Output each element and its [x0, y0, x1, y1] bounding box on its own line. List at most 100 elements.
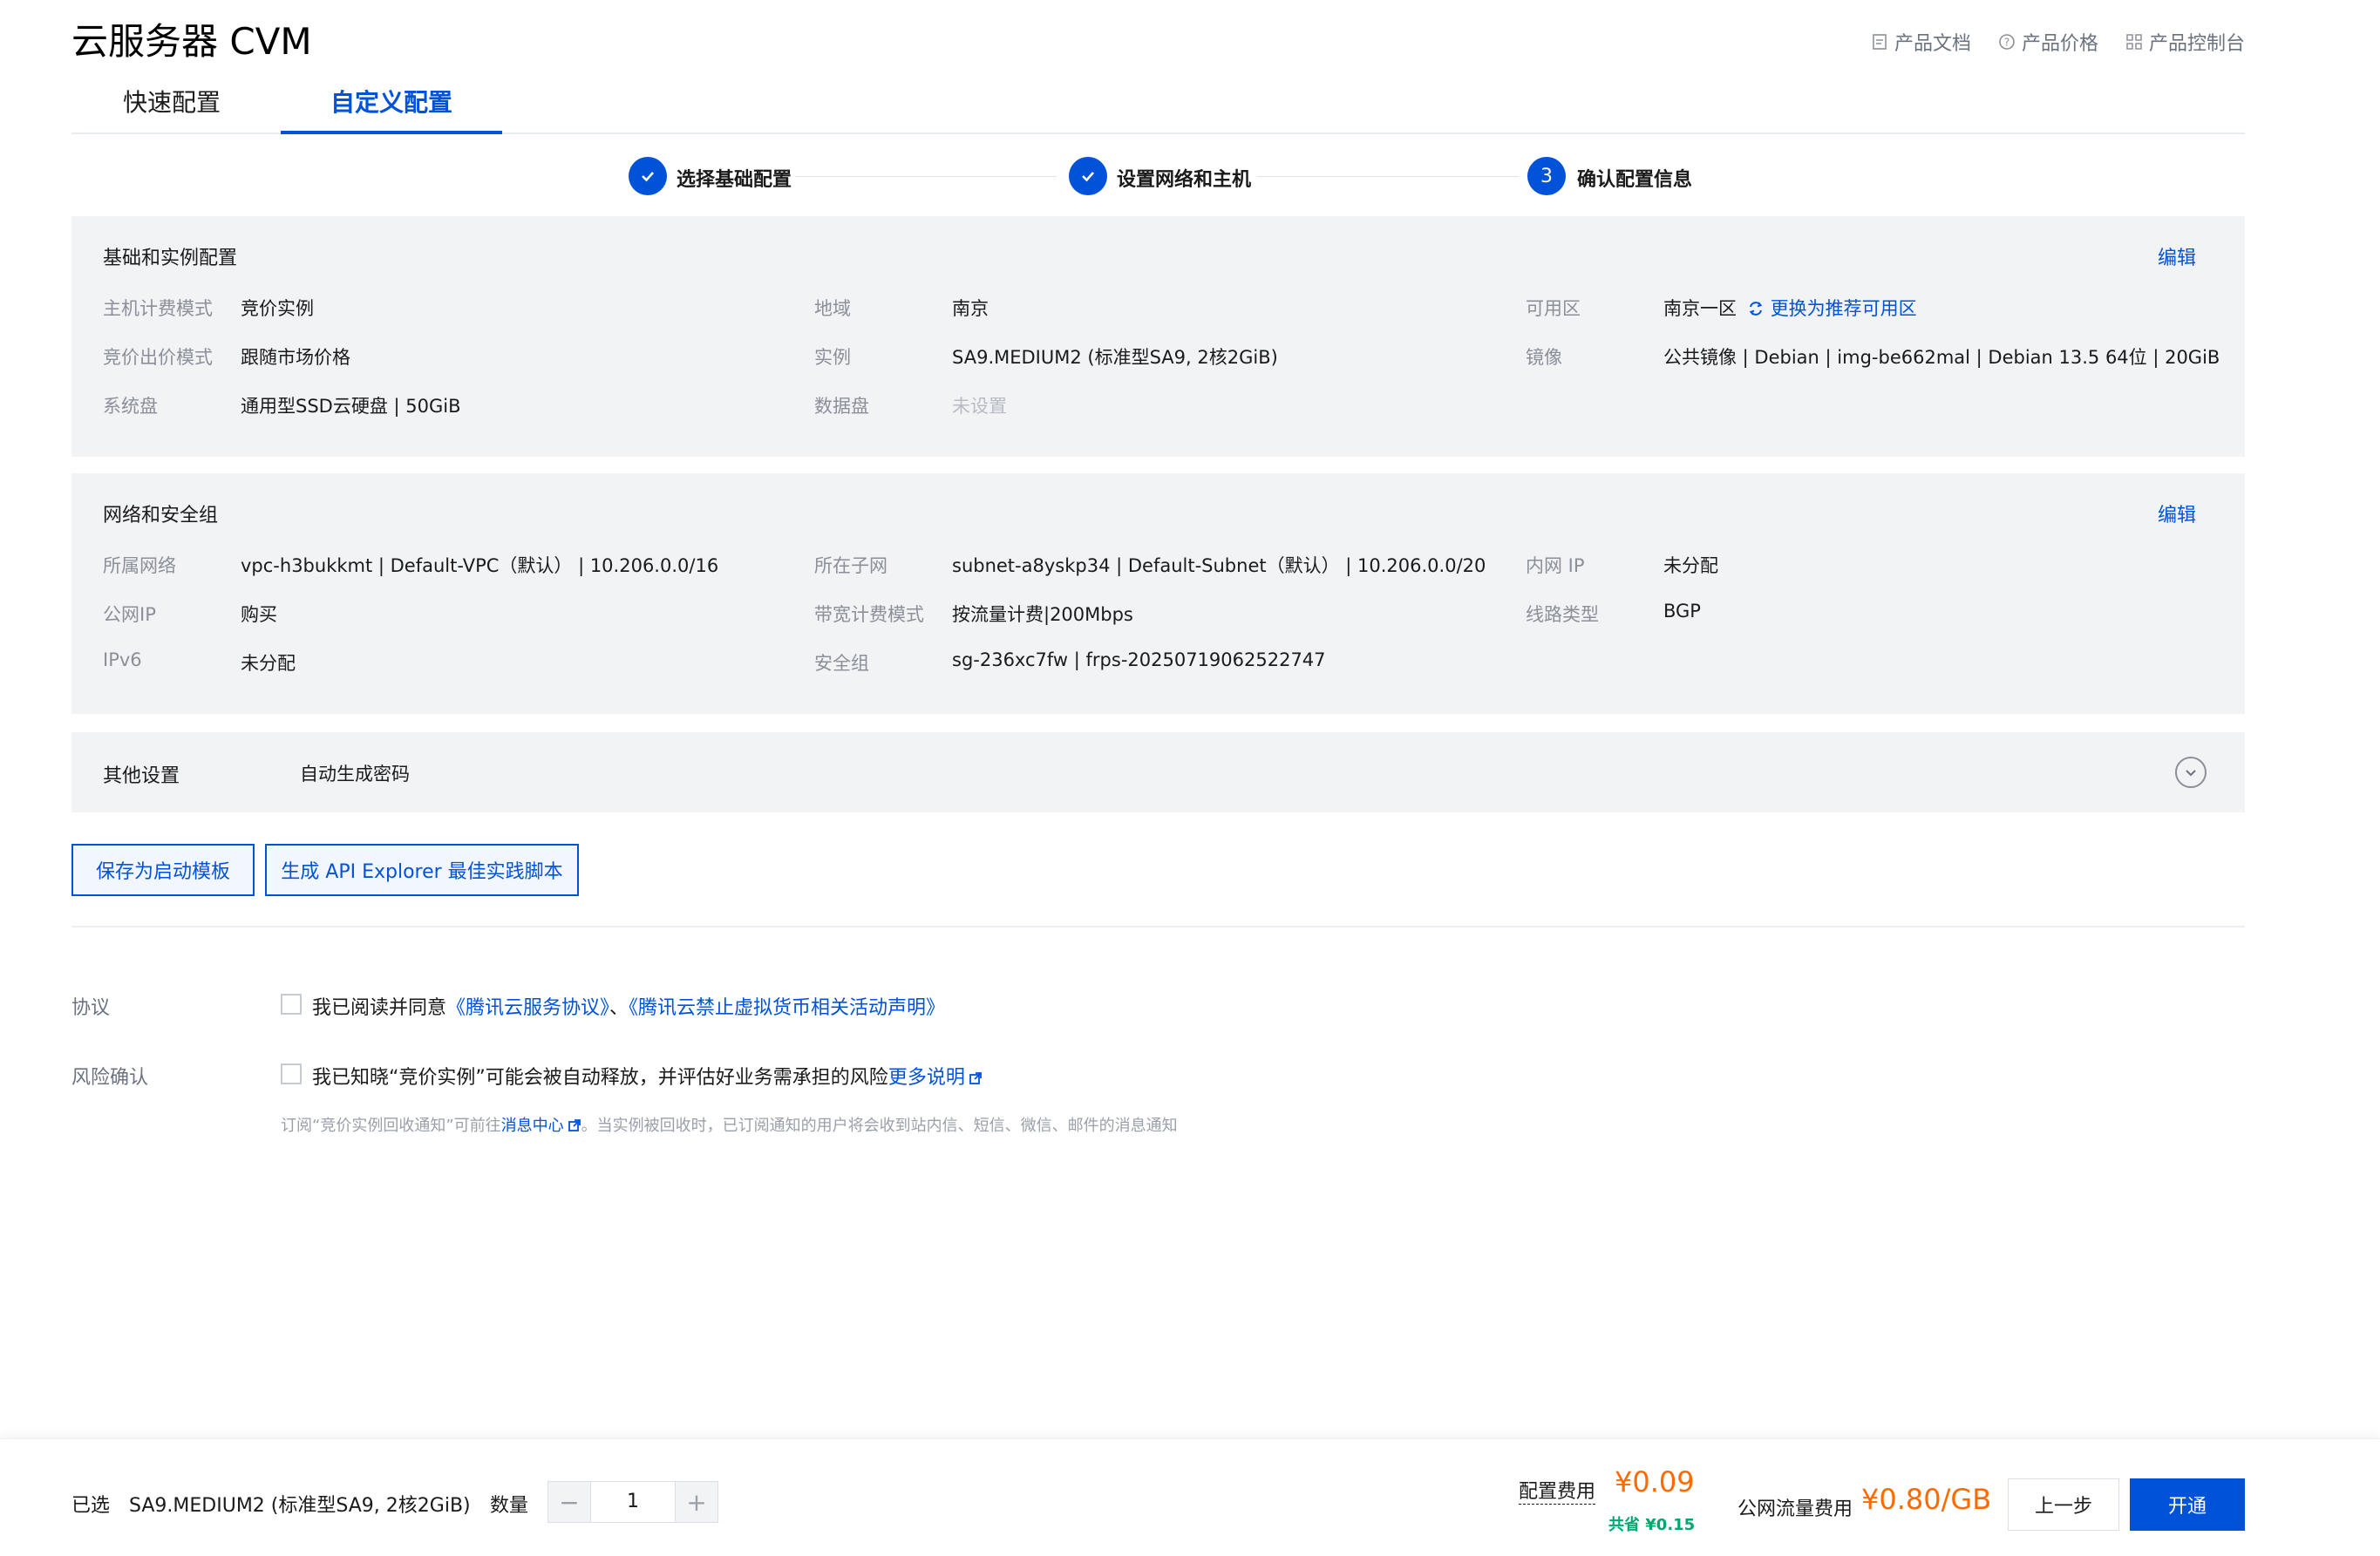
previous-step-button[interactable]: 上一步: [2008, 1478, 2119, 1531]
risk-statement: 我已知晓“竞价实例”可能会被自动释放，并评估好业务需承担的风险: [312, 1067, 888, 1089]
selected-value: SA9.MEDIUM2 (标准型SA9, 2核2GiB): [129, 1495, 471, 1517]
config-fee-label[interactable]: 配置费用: [1519, 1476, 1596, 1505]
line-type-label: 线路类型: [1526, 604, 1599, 625]
private-ip-value: 未分配: [1663, 555, 1718, 576]
swap-icon: [1749, 302, 1763, 316]
step-indicator: 选择基础配置 设置网络和主机 3 确认配置信息: [0, 157, 2380, 197]
order-footer: 已选 SA9.MEDIUM2 (标准型SA9, 2核2GiB) 数量 − 1 +…: [0, 1438, 2380, 1556]
message-center-label: 消息中心: [500, 1117, 564, 1135]
console-link-label: 产品控制台: [2148, 33, 2245, 55]
page-title: 云服务器 CVM: [71, 20, 312, 63]
docs-link-label: 产品文档: [1894, 33, 1971, 55]
basic-config-panel: 基础和实例配置 编辑 主机计费模式 竞价实例 地域 南京 可用区 南京一区 更换…: [71, 216, 2245, 457]
region-value: 南京: [952, 298, 989, 319]
step-connector: [795, 176, 1057, 177]
decrement-button[interactable]: −: [548, 1482, 590, 1522]
risk-checkbox[interactable]: [281, 1063, 302, 1084]
security-group-value: sg-236xc7fw | frps-20250719062522747: [952, 649, 1326, 670]
chevron-down-icon[interactable]: [2175, 757, 2207, 788]
public-ip-value: 购买: [241, 604, 277, 625]
vpc-label: 所属网络: [103, 555, 176, 576]
message-center-link[interactable]: 消息中心: [501, 1117, 581, 1135]
ipv6-value: 未分配: [241, 653, 296, 674]
agreement-checkbox[interactable]: [281, 994, 302, 1015]
document-icon: [1873, 34, 1887, 50]
crypto-policy-link[interactable]: 《腾讯云禁止虚拟货币相关活动声明》: [629, 997, 945, 1019]
agreement-label: 协议: [71, 997, 111, 1019]
bid-mode-value: 跟随市场价格: [241, 347, 350, 368]
network-title: 网络和安全组: [103, 505, 219, 527]
zone-label: 可用区: [1526, 298, 1581, 319]
svg-text:?: ?: [2004, 37, 2009, 49]
image-label: 镜像: [1526, 347, 1562, 368]
risk-hint: 订阅“竞价实例回收通知”可前往消息中心 。当实例被回收时，已订阅通知的用户将会收到…: [281, 1113, 1178, 1136]
zone-switch-label: 更换为推荐可用区: [1770, 298, 1917, 319]
quantity-label: 数量: [490, 1495, 529, 1517]
step-connector: [1257, 176, 1519, 177]
selected-label: 已选: [71, 1495, 111, 1517]
config-fee-value: ¥0.09: [1615, 1465, 1695, 1498]
step-1-check-icon: [629, 157, 667, 195]
tab-custom-config[interactable]: 自定义配置: [281, 84, 502, 134]
zone-value: 南京一区: [1663, 298, 1737, 319]
more-info-link[interactable]: 更多说明: [888, 1067, 983, 1089]
other-settings-value: 自动生成密码: [300, 764, 410, 785]
saving-value: 共省 ¥0.15: [1608, 1516, 1696, 1534]
subnet-label: 所在子网: [814, 555, 887, 576]
ipv6-label: IPv6: [103, 649, 142, 670]
security-group-label: 安全组: [814, 653, 869, 674]
step-2-check-icon: [1069, 157, 1107, 195]
docs-link[interactable]: 产品文档: [1870, 28, 1971, 56]
config-tabs: 快速配置 自定义配置: [71, 84, 2245, 134]
basic-config-title: 基础和实例配置: [103, 248, 238, 269]
bandwidth-value: 按流量计费|200Mbps: [952, 604, 1133, 625]
external-link-icon: [969, 1072, 982, 1084]
instance-value: SA9.MEDIUM2 (标准型SA9, 2核2GiB): [952, 347, 1278, 368]
traffic-fee-value: ¥0.80/GB: [1861, 1483, 1992, 1516]
external-link-icon: [568, 1119, 581, 1131]
agreement-text: 我已阅读并同意《腾讯云服务协议》、《腾讯云禁止虚拟货币相关活动声明》: [312, 992, 945, 1020]
grid-icon: [2126, 34, 2142, 50]
increment-button[interactable]: +: [676, 1482, 717, 1522]
other-settings-title: 其他设置: [103, 765, 180, 787]
top-links: 产品文档 ? 产品价格 产品控制台: [1870, 28, 2245, 56]
step-3-label: 确认配置信息: [1577, 169, 1693, 191]
save-template-button[interactable]: 保存为启动模板: [71, 844, 255, 896]
system-disk-value: 通用型SSD云硬盘 | 50GiB: [241, 396, 461, 417]
bid-mode-label: 竞价出价模式: [103, 347, 213, 368]
hint-prefix: 订阅“竞价实例回收通知”可前往: [281, 1117, 501, 1135]
agreement-separator: 、: [609, 997, 629, 1019]
risk-label: 风险确认: [71, 1067, 149, 1089]
public-ip-label: 公网IP: [103, 604, 156, 625]
network-edit-link[interactable]: 编辑: [2158, 499, 2196, 527]
console-link[interactable]: 产品控制台: [2125, 28, 2245, 56]
bandwidth-label: 带宽计费模式: [814, 604, 924, 625]
help-circle-icon: ?: [1999, 34, 2015, 50]
price-link-label: 产品价格: [2021, 33, 2098, 55]
more-info-label: 更多说明: [887, 1067, 965, 1089]
traffic-fee-label: 公网流量费用: [1737, 1498, 1853, 1520]
step-2-label: 设置网络和主机: [1117, 169, 1252, 191]
system-disk-label: 系统盘: [103, 396, 158, 417]
risk-text: 我已知晓“竞价实例”可能会被自动释放，并评估好业务需承担的风险更多说明: [312, 1062, 983, 1090]
zone-switch-link[interactable]: 更换为推荐可用区: [1747, 295, 1917, 321]
tab-quick-config[interactable]: 快速配置: [71, 84, 272, 134]
image-value: 公共镜像 | Debian | img-be662mal | Debian 13…: [1663, 347, 2220, 368]
vpc-value: vpc-h3bukkmt | Default-VPC（默认） | 10.206.…: [241, 555, 719, 576]
price-link[interactable]: ? 产品价格: [1997, 28, 2098, 56]
basic-edit-link[interactable]: 编辑: [2158, 242, 2196, 270]
submit-button[interactable]: 开通: [2130, 1478, 2245, 1531]
line-type-value: BGP: [1663, 601, 1701, 622]
private-ip-label: 内网 IP: [1526, 555, 1585, 576]
service-agreement-link[interactable]: 《腾讯云服务协议》: [446, 997, 609, 1019]
step-3-number: 3: [1527, 157, 1566, 195]
quantity-input[interactable]: 1: [590, 1482, 676, 1522]
instance-label: 实例: [814, 347, 851, 368]
data-disk-value: 未设置: [952, 396, 1007, 417]
step-1-label: 选择基础配置: [677, 169, 792, 191]
region-label: 地域: [814, 298, 851, 319]
billing-mode-label: 主机计费模式: [103, 298, 213, 319]
other-settings-panel[interactable]: 其他设置 自动生成密码: [71, 732, 2245, 812]
data-disk-label: 数据盘: [814, 396, 869, 417]
generate-script-button[interactable]: 生成 API Explorer 最佳实践脚本: [265, 844, 579, 896]
